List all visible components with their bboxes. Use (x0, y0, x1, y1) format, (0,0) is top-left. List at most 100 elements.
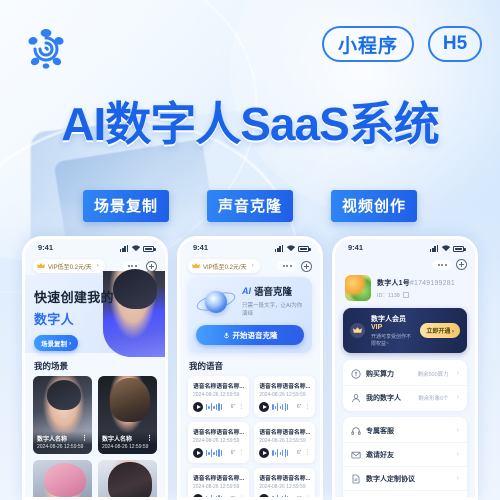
voice-clone-subtitle: 只需一段文字，让AI为你演绎 (242, 303, 303, 317)
close-icon[interactable] (456, 259, 467, 270)
chevron-right-icon: › (96, 263, 99, 269)
voice-card-date: 2024-08-26 12:59:59 (259, 438, 306, 444)
profile-nickname: 数字人1号#1749199281 (377, 278, 455, 288)
scene-card-meta: 数字人名称 ⋮ 2024-08-26 12:59:59 (33, 431, 92, 454)
vip-activate-button[interactable]: 立即开通 › (420, 323, 460, 338)
person-icon (352, 393, 360, 402)
voice-orb-icon (194, 287, 238, 315)
menu-item-my-avatars[interactable]: 我的数字人 剩余形象0个 › (343, 385, 467, 409)
phone3-topbar (335, 256, 475, 270)
voice-card-controls: 6″ ⋮ (259, 494, 310, 500)
page-title: AI数字人SaaS系统 (61, 98, 440, 150)
scene-thumbnail (33, 460, 92, 497)
status-bar: 9:41 (180, 239, 320, 256)
voice-card-date: 2024-08-26 12:59:59 (193, 392, 240, 398)
copy-icon[interactable] (402, 292, 409, 299)
phone-mockup-profile: 9:41 数字人1号#1749199281 ID：1138 数字人会员VIP 开… (332, 236, 478, 500)
play-icon[interactable] (259, 494, 270, 497)
voice-duration: 6″ (296, 450, 302, 456)
profile-header[interactable]: 数字人1号#1749199281 ID：1138 (335, 270, 475, 301)
close-icon[interactable] (146, 260, 157, 272)
profile-nickname-text: 数字人1号 (377, 279, 410, 287)
scene-copy-button-label: 场景复制 (41, 341, 67, 348)
vip-activate-label: 立即开通 (426, 329, 451, 335)
kebab-menu-icon[interactable]: ⋮ (146, 435, 153, 442)
vip-banner-title-main: 数字人会员 (371, 316, 406, 323)
waveform-icon (272, 449, 294, 457)
play-icon[interactable] (193, 494, 203, 497)
voice-duration: 6″ (296, 496, 302, 500)
kebab-menu-icon[interactable]: ⋮ (81, 435, 88, 442)
more-button[interactable] (277, 261, 297, 271)
signal-icon (430, 244, 438, 252)
waveform-icon (206, 495, 228, 497)
document-icon (352, 474, 360, 483)
waveform-icon (272, 495, 294, 497)
menu-item-invite[interactable]: 邀请好友 › (343, 442, 467, 466)
close-icon[interactable] (301, 260, 312, 272)
platform-tag-row: 小程序 H5 (322, 26, 482, 62)
profile-menu-group-1: 购买算力 剩余500算力 › 我的数字人 剩余形象0个 › (343, 360, 467, 411)
play-icon[interactable] (259, 402, 270, 412)
voice-card-title: 语音名称语音名称... (259, 384, 311, 390)
profile-nickname-suffix: #1749199281 (409, 279, 455, 287)
menu-item-value: 剩余500算力 (417, 371, 449, 378)
menu-item-label: 我的数字人 (366, 394, 401, 402)
tag-miniprogram[interactable]: 小程序 (322, 26, 414, 62)
voice-card[interactable]: 语音名称语音名称... 2024-08-26 12:59:59 6″ ⋮ (254, 422, 316, 463)
menu-item-redeem[interactable]: 卡密兑换 › (343, 490, 467, 497)
more-button[interactable] (432, 259, 452, 270)
play-icon[interactable] (193, 402, 203, 412)
kebab-menu-icon[interactable]: ⋮ (238, 450, 244, 456)
invite-icon (351, 451, 361, 458)
voice-card-title: 语音名称语音名称... (259, 430, 311, 436)
voice-clone-card: AI 语音克隆 只需一段文字，让AI为你演绎 开始语音克隆 (188, 277, 312, 353)
scene-thumbnail (98, 460, 157, 497)
voice-card[interactable]: 语音名称语音名称... 2024-08-26 12:59:59 6″ ⋮ (254, 468, 316, 500)
vip-upgrade-banner[interactable]: 数字人会员VIP 开通可享受创作不限权益~ 立即开通 › (343, 308, 467, 353)
status-icons (275, 244, 311, 252)
kebab-menu-icon[interactable]: ⋮ (238, 404, 244, 410)
scene-copy-button[interactable]: 场景复制 › (34, 335, 79, 351)
scene-card[interactable]: 数字人名称⋮ 2024-08-26 12:59:59 (33, 460, 92, 497)
kebab-menu-icon[interactable]: ⋮ (238, 496, 244, 498)
menu-item-support[interactable]: 专属客服 › (343, 419, 467, 442)
voice-card[interactable]: 语音名称语音名称... 2024-08-26 12:59:59 6″ ⋮ (254, 376, 316, 417)
voice-clone-title: 语音克隆 (254, 287, 293, 298)
voice-card-date: 2024-08-26 12:59:59 (259, 392, 306, 398)
signal-icon (120, 244, 128, 252)
menu-item-agreement[interactable]: 数字人定制协议 › (343, 466, 467, 490)
scene-card[interactable]: 数字人名称⋮ 2024-08-26 12:59:59 (98, 460, 157, 497)
menu-item-buy-compute[interactable]: 购买算力 剩余500算力 › (343, 362, 467, 385)
vip-promo-chip[interactable]: VIP低至0.2元/天 › (188, 259, 260, 273)
scene-card[interactable]: 数字人名称⋮ 2024-08-26 12:59:59 (33, 376, 92, 454)
kebab-menu-icon[interactable]: ⋮ (304, 496, 310, 498)
play-icon[interactable] (259, 448, 270, 458)
chevron-right-icon: › (69, 339, 72, 347)
kebab-menu-icon[interactable]: ⋮ (304, 404, 310, 410)
voice-card[interactable]: 语音名称语音名称... 2024-08-26 12:59:59 6″ ⋮ (188, 468, 250, 498)
status-time: 9:41 (38, 243, 54, 252)
voice-duration: 6″ (296, 404, 302, 410)
voice-card-controls: 6″ ⋮ (193, 494, 244, 498)
play-icon[interactable] (193, 448, 203, 458)
turtle-logo-icon (22, 24, 70, 72)
voice-card-title: 语音名称语音名称... (259, 476, 311, 482)
start-voice-clone-button[interactable]: 开始语音克隆 (196, 325, 304, 345)
status-bar: 9:41 (335, 239, 475, 256)
kebab-menu-icon[interactable]: ⋮ (304, 450, 310, 456)
crown-icon (350, 323, 365, 338)
voice-card-title: 语音名称语音名称... (193, 384, 245, 390)
voice-card-title: 语音名称语音名称... (193, 430, 245, 436)
chevron-right-icon: › (456, 475, 459, 482)
scene-card[interactable]: 数字人名称⋮ 2024-08-26 12:59:59 (98, 376, 157, 454)
signal-icon (275, 244, 283, 252)
microphone-icon (223, 332, 229, 338)
voice-card[interactable]: 语音名称语音名称... 2024-08-26 12:59:59 6″ ⋮ (188, 376, 250, 417)
tag-h5[interactable]: H5 (428, 26, 482, 62)
chevron-right-icon: › (452, 329, 454, 335)
feature-tag-voice-clone: 声音克隆 (206, 190, 293, 222)
phone-mockup-home: 9:41 VIP低至0.2元/天 › 快速创建我的 数字人 场景复制 › 我的场… (22, 236, 168, 500)
voice-card[interactable]: 语音名称语音名称... 2024-08-26 12:59:59 6″ ⋮ (188, 422, 250, 463)
vip-promo-chip[interactable]: VIP低至0.2元/天 › (33, 259, 105, 273)
